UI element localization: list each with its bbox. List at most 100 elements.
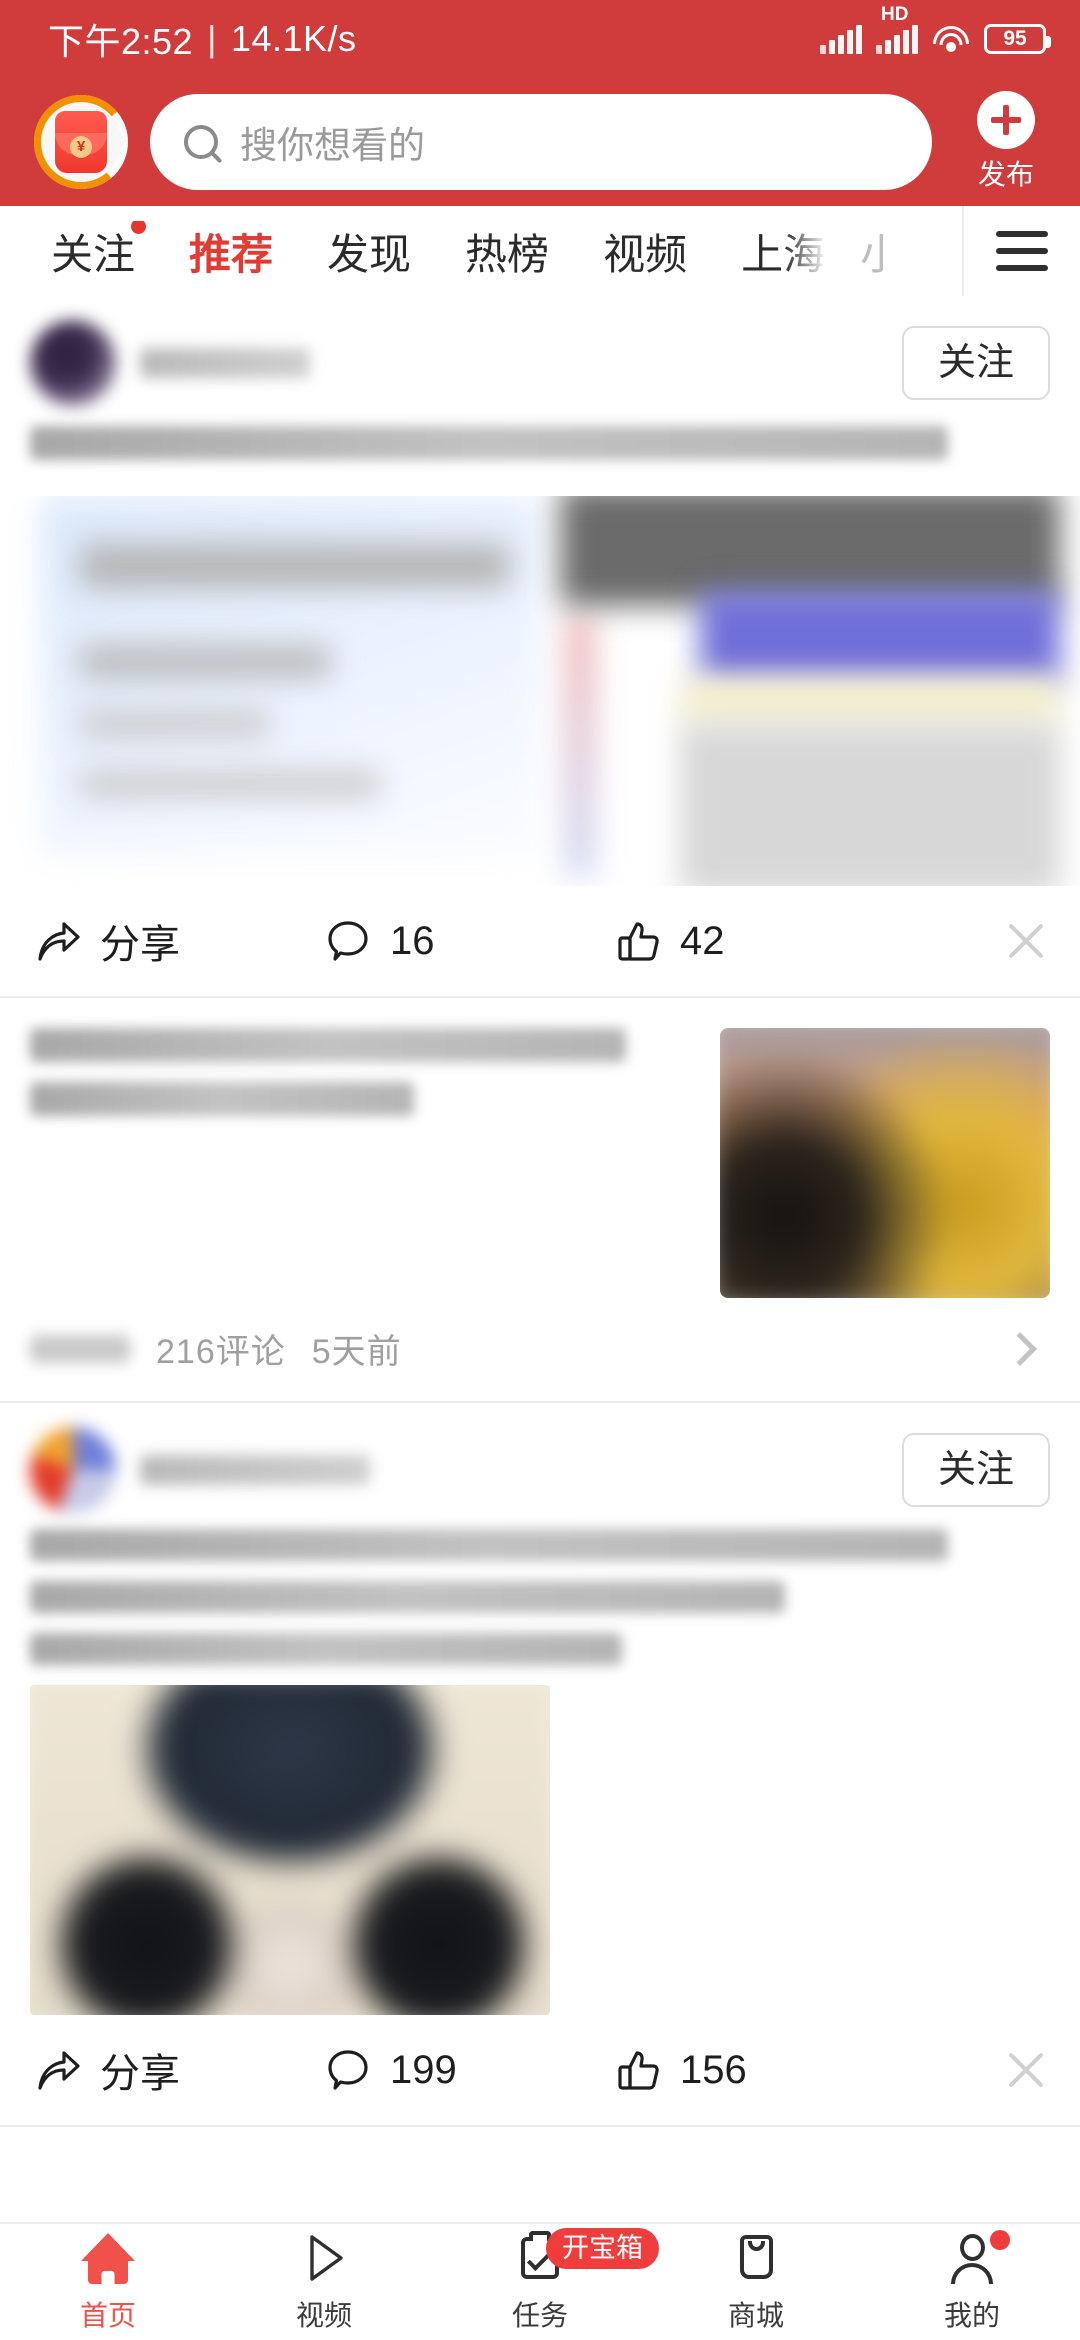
status-bar-right: HD 95 (820, 4, 1051, 54)
red-envelope-icon[interactable]: ¥ (34, 95, 128, 189)
post-action-bar: 分享 16 42 (0, 886, 1080, 996)
avatar[interactable] (30, 320, 116, 406)
like-button[interactable]: 156 (614, 2046, 747, 2094)
play-icon (297, 2231, 351, 2285)
task-badge[interactable]: 开宝箱 (546, 2228, 659, 2269)
tab-faxian[interactable]: 发现 (300, 221, 438, 282)
signal-bars-icon (820, 24, 862, 54)
plus-icon (977, 91, 1035, 149)
tab-label: 发现 (327, 230, 412, 278)
post-body (0, 998, 1080, 1298)
hd-label: HD (881, 4, 909, 25)
like-count: 42 (680, 918, 725, 963)
app-header: ¥ 搜你想看的 发布 (0, 78, 1080, 206)
nav-item-home[interactable]: 首页 (0, 2224, 216, 2340)
status-separator: | (207, 18, 217, 59)
wifi-icon (932, 24, 970, 54)
tab-guanzhu[interactable]: 关注 (24, 220, 162, 282)
signal-bars-hd-icon: HD (876, 4, 918, 54)
person-icon (945, 2231, 999, 2285)
nav-item-task[interactable]: 开宝箱 任务 (432, 2224, 659, 2340)
search-icon (184, 125, 218, 159)
feed-list[interactable]: 关注 分享 16 42 216评论 5天前 关注 分享 199 156 (0, 296, 1080, 2222)
share-icon (38, 2051, 80, 2090)
share-icon (38, 922, 80, 961)
post-image[interactable] (0, 496, 1080, 886)
tab-bar: 关注 推荐 发现 热榜 视频 上海 小 (0, 206, 1080, 296)
comment-icon (328, 921, 368, 961)
network-speed: 14.1K/s (230, 18, 357, 59)
title-line (30, 426, 948, 460)
post-thumbnail[interactable] (720, 1028, 1050, 1298)
status-bar-left: 下午2:52 | 14.1K/s (48, 13, 357, 65)
thumbs-up-icon (618, 922, 659, 961)
close-icon[interactable] (1002, 2046, 1050, 2094)
share-button[interactable]: 分享 (34, 2041, 324, 2099)
post-action-bar: 分享 199 156 (0, 2015, 1080, 2125)
follow-button[interactable]: 关注 (901, 1433, 1050, 1507)
search-input[interactable]: 搜你想看的 (150, 94, 932, 190)
tab-scroller[interactable]: 关注 推荐 发现 热榜 视频 上海 小 (0, 220, 962, 282)
share-label: 分享 (100, 923, 180, 967)
post-header: 关注 (0, 1403, 1080, 1523)
close-icon[interactable] (1002, 917, 1050, 965)
follow-button[interactable]: 关注 (901, 326, 1050, 400)
post-title (30, 1028, 692, 1298)
feed-post-2[interactable]: 216评论 5天前 (0, 998, 1080, 1403)
chevron-right-icon[interactable] (1003, 1331, 1037, 1366)
title-line (30, 1633, 622, 1665)
post-title (0, 1523, 1080, 1665)
thumbs-up-icon (618, 2051, 659, 2090)
comment-icon (328, 2050, 368, 2090)
nav-label: 商城 (727, 2299, 784, 2331)
tab-tuijian[interactable]: 推荐 (162, 221, 300, 282)
publish-button[interactable]: 发布 (954, 91, 1058, 193)
search-placeholder: 搜你想看的 (240, 125, 425, 166)
source-name (30, 1334, 130, 1363)
status-bar: 下午2:52 | 14.1K/s HD 95 (0, 0, 1080, 78)
tab-label: 关注 (51, 230, 136, 278)
tab-rebang[interactable]: 热榜 (438, 221, 576, 282)
feed-post-3[interactable]: 关注 分享 199 156 (0, 1403, 1080, 2127)
post-image[interactable] (30, 1685, 550, 2015)
post-title (0, 416, 1080, 486)
app-root: 下午2:52 | 14.1K/s HD 95 ¥ 搜你想看的 发布 关注 推荐 … (0, 0, 1080, 2340)
hamburger-menu-icon[interactable] (962, 206, 1080, 296)
post-meta: 216评论 5天前 (0, 1298, 1080, 1401)
avatar[interactable] (30, 1427, 116, 1513)
tab-label: 视频 (603, 230, 688, 278)
tab-shipin[interactable]: 视频 (576, 221, 714, 282)
post-header: 关注 (0, 296, 1080, 416)
author-name (140, 1455, 370, 1485)
comment-button[interactable]: 16 (324, 917, 614, 965)
title-line (30, 1082, 414, 1116)
nav-item-video[interactable]: 视频 (216, 2224, 432, 2340)
comment-count: 199 (390, 2047, 457, 2092)
nav-label: 视频 (295, 2299, 352, 2331)
nav-label: 首页 (79, 2299, 136, 2331)
nav-item-mall[interactable]: 商城 (648, 2224, 864, 2340)
tab-fade-overlay (784, 220, 844, 282)
comment-button[interactable]: 199 (324, 2046, 614, 2094)
feed-post-1[interactable]: 关注 分享 16 42 (0, 296, 1080, 998)
shopping-bag-icon (729, 2231, 783, 2285)
share-label: 分享 (100, 2052, 180, 2096)
comment-count: 16 (390, 918, 435, 963)
tab-badge-dot (131, 220, 147, 234)
like-count: 156 (680, 2047, 747, 2092)
nav-item-mine[interactable]: 我的 (864, 2224, 1080, 2340)
title-line (30, 1581, 785, 1613)
like-button[interactable]: 42 (614, 917, 725, 965)
status-time: 下午2:52 (48, 21, 194, 62)
title-line (30, 1529, 948, 1561)
title-line (30, 1028, 626, 1062)
share-button[interactable]: 分享 (34, 912, 324, 970)
nav-label: 任务 (511, 2299, 568, 2331)
tab-label: 推荐 (189, 230, 274, 278)
battery-icon: 95 (984, 24, 1051, 54)
publish-label: 发布 (977, 159, 1034, 190)
battery-percent: 95 (1003, 27, 1027, 50)
comment-count-label: 216评论 (156, 1333, 286, 1371)
home-icon (81, 2231, 135, 2285)
tab-partial-next[interactable]: 小 (852, 221, 886, 282)
